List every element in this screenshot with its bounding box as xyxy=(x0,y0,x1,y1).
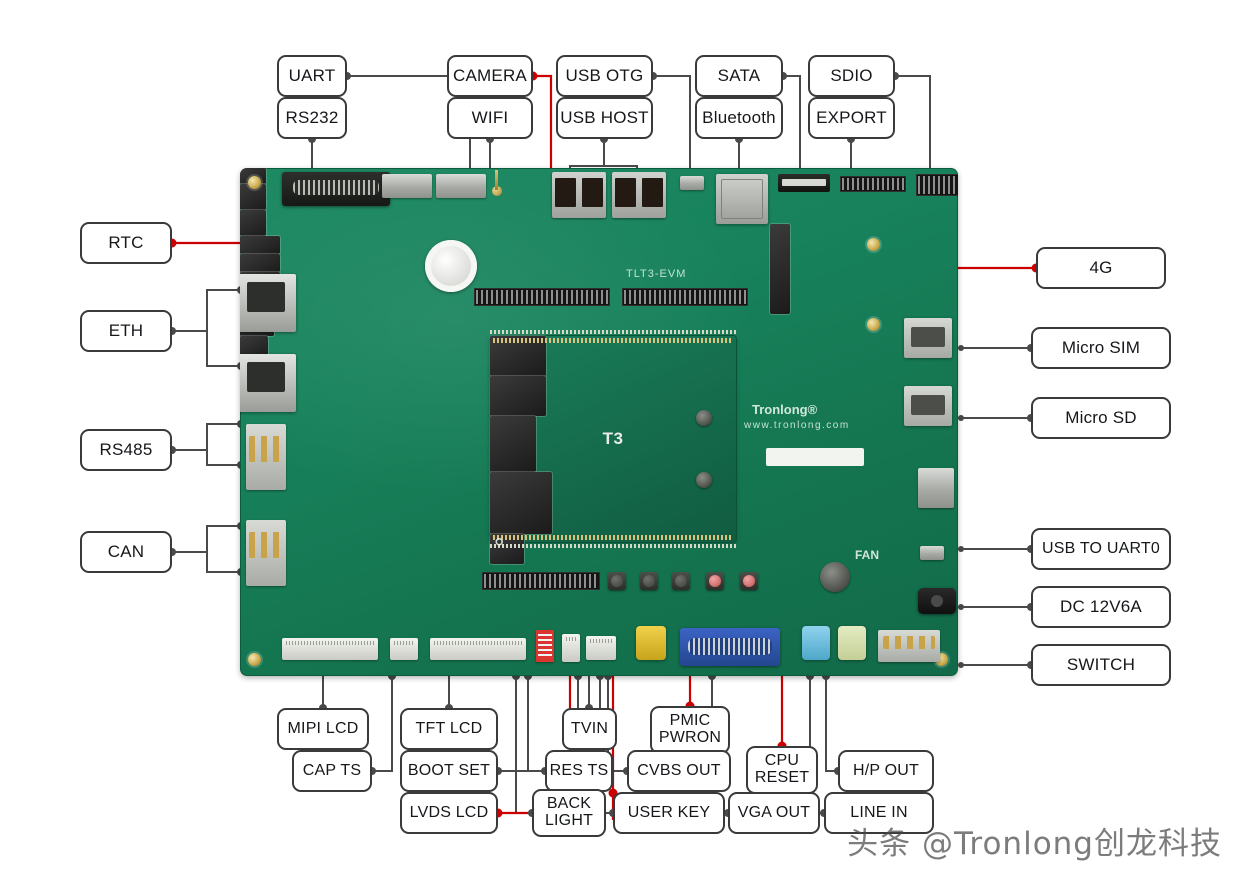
pmic-pwron-button xyxy=(706,572,724,590)
callout-usb-otg[interactable]: USB OTG xyxy=(556,55,653,97)
rohs-pb-mark: ⚬ xyxy=(490,530,509,555)
callout-vga-out[interactable]: VGA OUT xyxy=(728,792,820,834)
callout-hp-out[interactable]: H/P OUT xyxy=(838,750,934,792)
callout-cvbs-out[interactable]: CVBS OUT xyxy=(627,750,731,792)
callout-user-key[interactable]: USER KEY xyxy=(613,792,725,834)
user-key-button-3 xyxy=(672,572,690,590)
antenna-stem xyxy=(495,170,498,190)
ethernet-port-2 xyxy=(240,354,296,412)
line-in-jack xyxy=(802,626,830,660)
db9-rs232-connector xyxy=(282,172,390,206)
micro-sd-slot xyxy=(904,386,952,426)
callout-export[interactable]: EXPORT xyxy=(808,97,895,139)
boot-set-dip-switch xyxy=(536,630,554,662)
callout-switch[interactable]: SWITCH xyxy=(1031,644,1171,686)
soc-marking: T3 xyxy=(602,429,624,448)
uart7-header xyxy=(382,174,432,198)
callout-res-ts[interactable]: RES TS xyxy=(545,750,613,792)
wifi-bluetooth-module xyxy=(716,174,768,224)
t3-soc-chip: T3 xyxy=(490,429,623,534)
callout-boot-set[interactable]: BOOT SET xyxy=(400,750,498,792)
hp-out-jack xyxy=(838,626,866,660)
tft-lcd-connector xyxy=(430,638,526,660)
cpu-reset-button xyxy=(740,572,758,590)
callout-lvds-lcd[interactable]: LVDS LCD xyxy=(400,792,498,834)
emmc-chip xyxy=(490,416,536,472)
user-key-button-2 xyxy=(640,572,658,590)
sata-connector xyxy=(778,174,830,192)
power-switch-terminal xyxy=(878,630,940,662)
gpio-expansion-header xyxy=(622,288,748,306)
usb-to-uart0-micro-port xyxy=(920,546,944,560)
ddr-memory-chip-2 xyxy=(490,376,546,416)
usb-host-port-2 xyxy=(612,172,666,218)
rtc-coin-cell-holder xyxy=(425,240,477,292)
serial-number-sticker xyxy=(766,448,864,466)
callout-dc-12v6a[interactable]: DC 12V6A xyxy=(1031,586,1171,628)
callout-rs232[interactable]: RS232 xyxy=(277,97,347,139)
camera-expansion-header xyxy=(474,288,610,306)
export-header xyxy=(916,174,958,196)
usb-otg-micro-port xyxy=(680,176,704,190)
electrolytic-capacitor xyxy=(820,562,850,592)
inductor-1 xyxy=(696,410,712,426)
backlight-connector xyxy=(586,636,616,660)
hdmi-port xyxy=(918,468,954,508)
callout-wifi[interactable]: WIFI xyxy=(447,97,533,139)
silk-fan-label: FAN xyxy=(855,548,879,562)
development-board-photo: T3 TLT3-EVM Tronlong® www.tronlong.com F… xyxy=(240,168,958,676)
lvds-lcd-connector xyxy=(562,634,580,662)
callout-cpu-reset[interactable]: CPU RESET xyxy=(746,746,818,794)
callout-sdio[interactable]: SDIO xyxy=(808,55,895,97)
callout-4g[interactable]: 4G xyxy=(1036,247,1166,289)
cap-ts-connector xyxy=(390,638,418,660)
som-socket-pads-top xyxy=(490,330,736,334)
lcd-header xyxy=(482,572,600,590)
callout-camera[interactable]: CAMERA xyxy=(447,55,533,97)
callout-tft-lcd[interactable]: TFT LCD xyxy=(400,708,498,750)
silk-brand-label: Tronlong® xyxy=(752,402,818,417)
uart6-header xyxy=(436,174,486,198)
callout-micro-sd[interactable]: Micro SD xyxy=(1031,397,1171,439)
user-key-button-1 xyxy=(608,572,626,590)
inductor-2 xyxy=(696,472,712,488)
callout-bluetooth[interactable]: Bluetooth xyxy=(695,97,783,139)
callout-usb-to-uart0[interactable]: USB TO UART0 xyxy=(1031,528,1171,570)
callout-rtc[interactable]: RTC xyxy=(80,222,172,264)
silk-website-label: www.tronlong.com xyxy=(744,420,850,431)
callout-back-light[interactable]: BACK LIGHT xyxy=(532,789,606,837)
callout-uart[interactable]: UART xyxy=(277,55,347,97)
callout-can[interactable]: CAN xyxy=(80,531,172,573)
callout-sata[interactable]: SATA xyxy=(695,55,783,97)
silk-model-label: TLT3-EVM xyxy=(626,268,687,280)
callout-cap-ts[interactable]: CAP TS xyxy=(292,750,372,792)
callout-usb-host[interactable]: USB HOST xyxy=(556,97,653,139)
usb-host-port-1 xyxy=(552,172,606,218)
mipi-lcd-connector xyxy=(282,638,378,660)
callout-tvin[interactable]: TVIN xyxy=(562,708,617,750)
callout-pmic-pwron[interactable]: PMIC PWRON xyxy=(650,706,730,754)
callout-micro-sim[interactable]: Micro SIM xyxy=(1031,327,1171,369)
can-terminal-block xyxy=(246,520,286,586)
watermark-text: 头条 @Tronlong创龙科技 xyxy=(847,826,1222,862)
callout-mipi-lcd[interactable]: MIPI LCD xyxy=(277,708,369,750)
sdio-header xyxy=(840,176,906,192)
cvbs-out-rca-jack xyxy=(636,626,666,660)
som-socket-pads-bottom xyxy=(490,544,736,548)
callout-rs485[interactable]: RS485 xyxy=(80,429,172,471)
dc-power-jack xyxy=(918,588,956,614)
callout-eth[interactable]: ETH xyxy=(80,310,172,352)
mini-pcie-4g-slot xyxy=(770,224,790,314)
ethernet-port-1 xyxy=(240,274,296,332)
rs485-terminal-block xyxy=(246,424,286,490)
diagram-canvas: T3 TLT3-EVM Tronlong® www.tronlong.com F… xyxy=(0,0,1240,877)
micro-sim-slot xyxy=(904,318,952,358)
t3-system-on-module: T3 xyxy=(490,336,736,564)
vga-out-connector xyxy=(680,628,780,666)
